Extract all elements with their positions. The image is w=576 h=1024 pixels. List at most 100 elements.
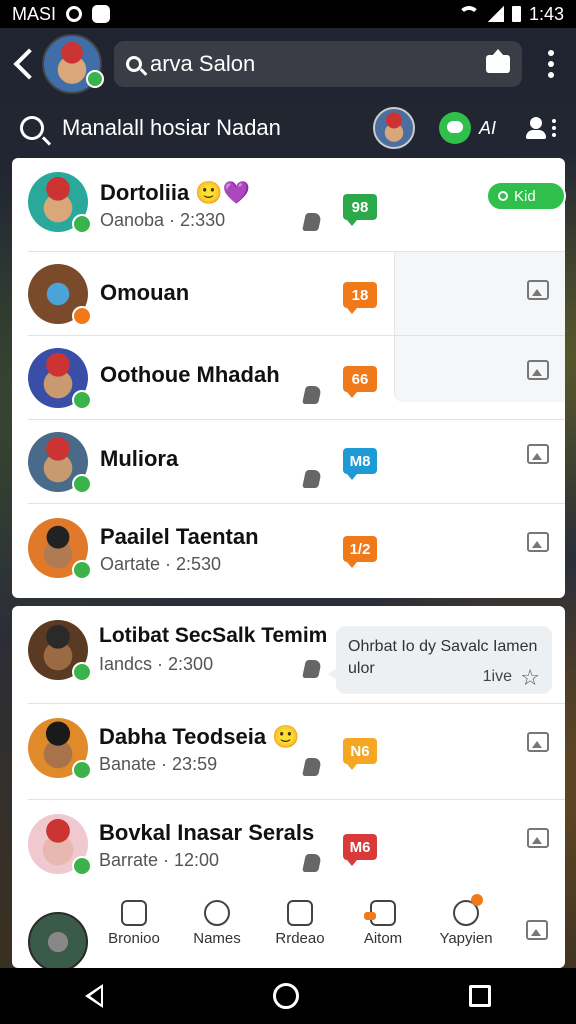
image-icon[interactable] (526, 920, 548, 940)
emoji: 🙂💜 (195, 180, 251, 205)
carrier-label: MASI (12, 3, 57, 24)
thumbs-up-icon[interactable] (302, 854, 322, 872)
avatar[interactable] (28, 718, 92, 780)
avatar[interactable] (28, 814, 92, 876)
home-icon[interactable] (273, 983, 299, 1009)
clock-time: 1:43 (528, 3, 564, 24)
thumbs-up-icon[interactable] (302, 386, 322, 404)
nav-item-rrdeao[interactable]: Rrdeao (260, 900, 340, 968)
online-status-pill[interactable]: Kid (486, 181, 566, 211)
notification-icon (66, 6, 83, 22)
chat-list-card: Dortoliia 🙂💜 Oanoba · 2:330 98 Omouan 18… (12, 158, 565, 598)
chat-row[interactable]: Muliora M8 (12, 420, 565, 504)
notification-icon (453, 894, 483, 926)
users-icon (121, 900, 147, 926)
nav-label: Aitom (363, 930, 403, 947)
chat-row[interactable]: Oothoue Mhadah 66 (12, 336, 565, 420)
nav-item-bronioo[interactable]: Bronioo (94, 900, 174, 968)
image-icon[interactable] (527, 828, 549, 848)
message-count-badge: N6 (343, 738, 377, 770)
chat-icon[interactable] (438, 112, 471, 144)
avatar[interactable] (28, 912, 88, 972)
home-icon[interactable] (486, 49, 510, 73)
chat-name: Dabha Teodseia 🙂 (99, 724, 300, 749)
avatar[interactable] (28, 348, 92, 410)
chat-name: Omouan (100, 280, 190, 305)
search-icon[interactable] (20, 116, 44, 140)
avatar[interactable] (28, 518, 92, 580)
search-input[interactable]: arva Salon (114, 41, 522, 87)
message-count-badge: 66 (343, 366, 377, 398)
section-title: Manalall hosiar Nadan (62, 115, 281, 140)
message-count-badge: 1/2 (343, 536, 377, 568)
online-pill-label: Kid (514, 187, 536, 205)
preview-meta: 1ive (482, 668, 512, 685)
nav-label: Yapyien (439, 930, 493, 947)
image-icon[interactable] (527, 360, 549, 380)
bell-icon (364, 900, 396, 926)
profile-avatar[interactable] (42, 34, 104, 94)
message-count-badge: M8 (343, 448, 377, 480)
chat-name: Paailel Taentan (100, 524, 259, 549)
chat-subtitle: Iandcs · 2:300 (99, 654, 214, 674)
recent-apps-icon[interactable] (469, 985, 491, 1007)
avatar[interactable] (28, 620, 92, 682)
chat-row[interactable]: Lotibat SecSalk Temim Iandcs · 2:300 Ohr… (12, 606, 565, 704)
nav-item-names[interactable]: Names (177, 900, 257, 968)
search-text: arva Salon (150, 51, 256, 76)
chat-row[interactable]: Bovkal Inasar Serals Barrate · 12:00 M6 (12, 800, 565, 896)
signal-icon (487, 6, 504, 22)
chat-row[interactable]: Dabha Teodseia 🙂 Banate · 23:59 N6 (12, 704, 565, 800)
avatar[interactable] (28, 264, 92, 326)
top-bar: arva Salon (0, 28, 576, 100)
contact-avatar[interactable] (372, 107, 415, 149)
online-badge-icon (72, 214, 92, 234)
message-count-badge: 18 (343, 282, 377, 314)
online-badge-icon (72, 760, 92, 780)
star-icon[interactable]: ☆ (520, 667, 540, 689)
avatar[interactable] (28, 432, 92, 494)
system-navigation-bar (0, 968, 576, 1024)
thumbs-up-icon[interactable] (302, 470, 322, 488)
more-options-icon[interactable] (548, 50, 554, 78)
wifi-icon (457, 6, 480, 22)
ai-label[interactable]: AI (479, 118, 496, 139)
search-icon (126, 56, 142, 72)
more-options-icon[interactable] (552, 119, 556, 137)
chat-name: Muliora (100, 446, 179, 471)
chat-subtitle: Oanoba · 2:330 (100, 210, 226, 230)
image-icon[interactable] (527, 280, 549, 300)
chat-row[interactable]: Omouan 18 (12, 252, 565, 336)
image-icon[interactable] (527, 444, 549, 464)
message-count-badge: M6 (343, 834, 377, 866)
chat-subtitle: Banate · 23:59 (99, 754, 218, 774)
online-dot-icon (498, 191, 508, 201)
image-icon[interactable] (527, 532, 549, 552)
image-icon[interactable] (527, 732, 549, 752)
online-badge-icon (72, 390, 92, 410)
chat-row[interactable]: Paailel Taentan Oartate · 2:530 1/2 (12, 504, 565, 598)
online-badge-icon (72, 662, 92, 682)
secondary-bar: Manalall hosiar Nadan AI (0, 100, 576, 156)
nav-item-aitom[interactable]: Aitom (343, 900, 423, 968)
chat-subtitle: Barrate · 12:00 (99, 850, 220, 870)
message-count-badge: 98 (343, 194, 377, 226)
thumbs-up-icon[interactable] (302, 758, 322, 776)
thumbs-up-icon[interactable] (302, 213, 322, 231)
person-icon (204, 900, 230, 926)
chat-row[interactable]: Dortoliia 🙂💜 Oanoba · 2:330 98 (12, 158, 565, 252)
message-preview-bubble[interactable]: Ohrbat Io dy Savalc Iamen ulor 1ive ☆ (328, 626, 552, 694)
app-notification-icon (92, 5, 111, 23)
back-icon[interactable] (85, 984, 103, 1008)
online-badge-icon (72, 560, 92, 580)
status-bar: MASI 1:43 (0, 0, 576, 28)
avatar[interactable] (28, 172, 92, 234)
back-arrow-icon[interactable] (13, 48, 45, 80)
emoji: 🙂 (272, 724, 300, 749)
thumbs-up-icon[interactable] (302, 660, 322, 678)
battery-icon (511, 6, 521, 22)
clipboard-icon (287, 900, 313, 926)
bottom-navigation: Bronioo Names Rrdeao Aitom Yapyien (90, 894, 510, 968)
person-icon[interactable] (526, 117, 546, 139)
nav-item-yapyien[interactable]: Yapyien (426, 894, 506, 968)
